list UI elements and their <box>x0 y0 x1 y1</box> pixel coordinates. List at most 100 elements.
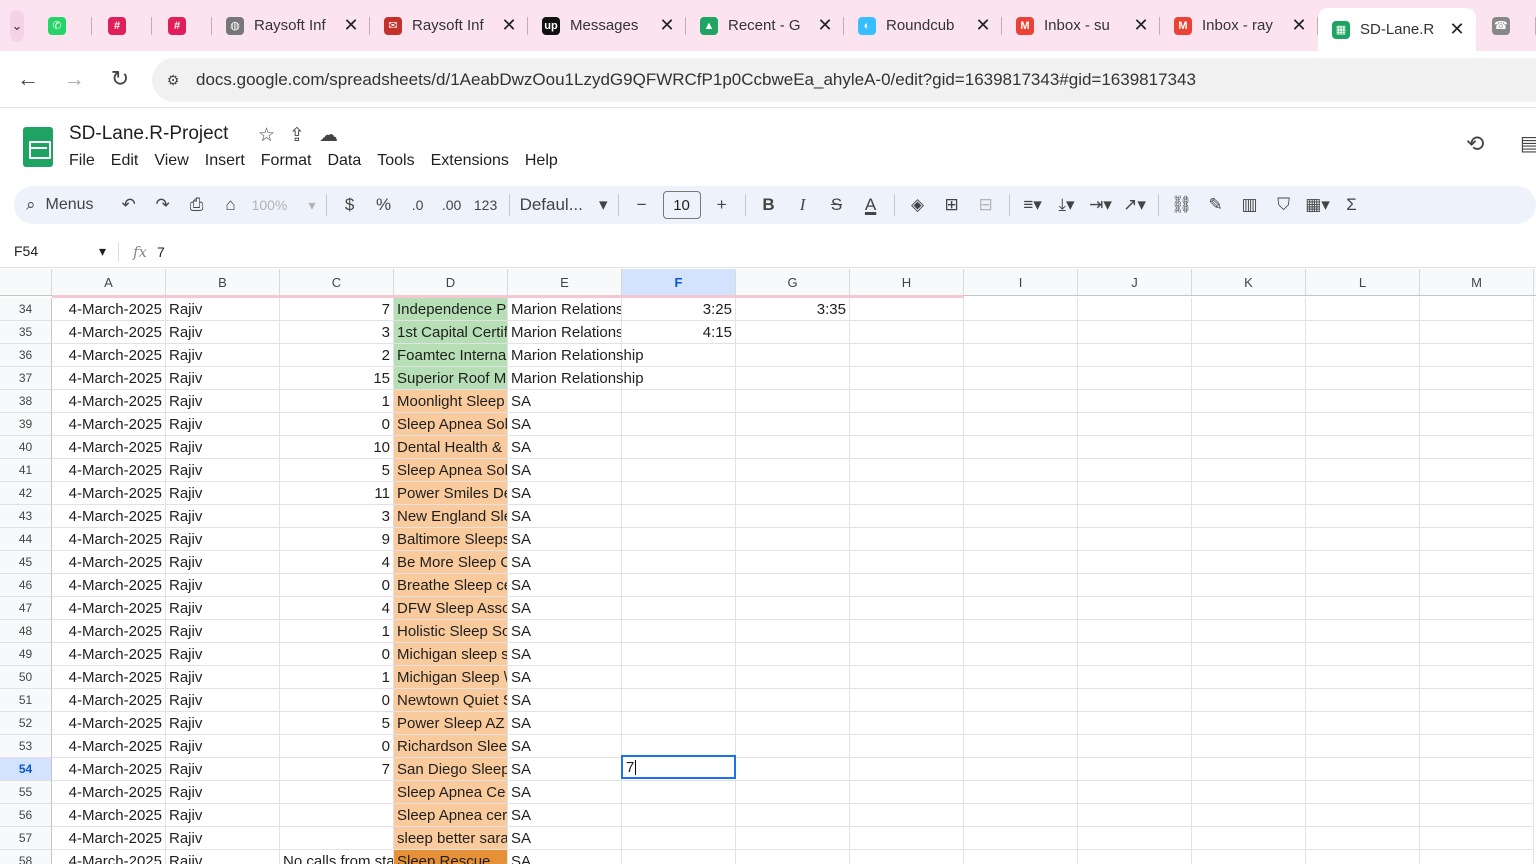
number-format-button[interactable]: 123 <box>469 190 503 220</box>
cell-a-53[interactable]: 4-March-2025 <box>52 735 166 758</box>
cell-f-35[interactable]: 4:15 <box>622 321 736 344</box>
cell-f-46[interactable] <box>622 574 736 597</box>
browser-tab[interactable]: ✆ <box>32 0 92 51</box>
cell-c-46[interactable]: 0 <box>280 574 394 597</box>
fill-color-icon[interactable]: ◈ <box>901 190 935 220</box>
column-header-a[interactable]: A <box>52 269 166 295</box>
cell-a-56[interactable]: 4-March-2025 <box>52 804 166 827</box>
row-header[interactable]: 36 <box>0 344 52 367</box>
move-icon[interactable]: ⇪ <box>289 124 305 147</box>
cell-a-47[interactable]: 4-March-2025 <box>52 597 166 620</box>
cell-g-52[interactable] <box>736 712 850 735</box>
cell-h-34[interactable] <box>850 298 964 321</box>
cell-h-43[interactable] <box>850 505 964 528</box>
cell-j-47[interactable] <box>1078 597 1192 620</box>
cell-c-47[interactable]: 4 <box>280 597 394 620</box>
cell-i-47[interactable] <box>964 597 1078 620</box>
cell-c-39[interactable]: 0 <box>280 413 394 436</box>
cell-l-58[interactable] <box>1306 850 1420 864</box>
cell-l-57[interactable] <box>1306 827 1420 850</box>
cell-h-37[interactable] <box>850 367 964 390</box>
browser-tab[interactable]: M Inbox - ray ✕ <box>1160 0 1318 51</box>
cell-i-42[interactable] <box>964 482 1078 505</box>
redo-icon[interactable]: ↷ <box>146 190 180 220</box>
cell-h-51[interactable] <box>850 689 964 712</box>
cell-j-38[interactable] <box>1078 390 1192 413</box>
cell-e-38[interactable]: SA <box>508 390 622 413</box>
text-rotation-icon[interactable]: ↗▾ <box>1118 190 1152 220</box>
column-header-f[interactable]: F <box>622 269 736 295</box>
select-all-corner[interactable] <box>0 269 52 295</box>
cell-e-47[interactable]: SA <box>508 597 622 620</box>
cell-d-49[interactable]: Michigan sleep s <box>394 643 508 666</box>
cell-i-58[interactable] <box>964 850 1078 864</box>
font-select[interactable]: Defaul... ▾ <box>516 190 612 220</box>
version-history-icon[interactable]: ⟲ <box>1466 131 1484 157</box>
cell-f-43[interactable] <box>622 505 736 528</box>
cell-i-57[interactable] <box>964 827 1078 850</box>
cell-d-38[interactable]: Moonlight Sleep <box>394 390 508 413</box>
cell-c-43[interactable]: 3 <box>280 505 394 528</box>
cell-d-45[interactable]: Be More Sleep C <box>394 551 508 574</box>
menu-insert[interactable]: Insert <box>205 152 245 170</box>
borders-icon[interactable]: ⊞ <box>935 190 969 220</box>
cell-e-43[interactable]: SA <box>508 505 622 528</box>
cell-k-43[interactable] <box>1192 505 1306 528</box>
cell-g-37[interactable] <box>736 367 850 390</box>
cell-h-53[interactable] <box>850 735 964 758</box>
browser-tab[interactable]: ☎ <box>1476 0 1536 51</box>
cell-l-55[interactable] <box>1306 781 1420 804</box>
cell-e-45[interactable]: SA <box>508 551 622 574</box>
cell-e-44[interactable]: SA <box>508 528 622 551</box>
insert-comment-icon[interactable]: ✎ <box>1199 190 1233 220</box>
cell-a-43[interactable]: 4-March-2025 <box>52 505 166 528</box>
cell-e-42[interactable]: SA <box>508 482 622 505</box>
cell-f-38[interactable] <box>622 390 736 413</box>
browser-tab[interactable]: up Messages ✕ <box>528 0 686 51</box>
cell-b-41[interactable]: Rajiv <box>166 459 280 482</box>
cell-b-43[interactable]: Rajiv <box>166 505 280 528</box>
cell-k-44[interactable] <box>1192 528 1306 551</box>
cell-m-46[interactable] <box>1420 574 1534 597</box>
cell-b-47[interactable]: Rajiv <box>166 597 280 620</box>
sheets-logo-icon[interactable] <box>23 127 53 167</box>
cell-j-50[interactable] <box>1078 666 1192 689</box>
cell-h-49[interactable] <box>850 643 964 666</box>
cell-g-50[interactable] <box>736 666 850 689</box>
cell-d-50[interactable]: Michigan Sleep \ <box>394 666 508 689</box>
browser-tab[interactable]: ▲ Recent - G ✕ <box>686 0 844 51</box>
cell-m-57[interactable] <box>1420 827 1534 850</box>
zoom-select[interactable]: 100% ▾ <box>248 190 320 220</box>
cell-l-34[interactable] <box>1306 298 1420 321</box>
cell-i-49[interactable] <box>964 643 1078 666</box>
cell-b-39[interactable]: Rajiv <box>166 413 280 436</box>
cell-m-56[interactable] <box>1420 804 1534 827</box>
percent-format-button[interactable]: % <box>367 190 401 220</box>
menu-help[interactable]: Help <box>525 152 558 170</box>
cell-g-40[interactable] <box>736 436 850 459</box>
cell-h-50[interactable] <box>850 666 964 689</box>
cell-m-51[interactable] <box>1420 689 1534 712</box>
cell-l-37[interactable] <box>1306 367 1420 390</box>
cell-j-44[interactable] <box>1078 528 1192 551</box>
cell-l-54[interactable] <box>1306 758 1420 781</box>
cell-h-45[interactable] <box>850 551 964 574</box>
cell-i-56[interactable] <box>964 804 1078 827</box>
cell-l-49[interactable] <box>1306 643 1420 666</box>
cell-c-45[interactable]: 4 <box>280 551 394 574</box>
cell-b-48[interactable]: Rajiv <box>166 620 280 643</box>
close-icon[interactable]: ✕ <box>1448 19 1466 40</box>
cell-l-36[interactable] <box>1306 344 1420 367</box>
cell-j-43[interactable] <box>1078 505 1192 528</box>
cell-a-52[interactable]: 4-March-2025 <box>52 712 166 735</box>
cell-a-36[interactable]: 4-March-2025 <box>52 344 166 367</box>
cell-l-51[interactable] <box>1306 689 1420 712</box>
cell-g-53[interactable] <box>736 735 850 758</box>
cell-h-52[interactable] <box>850 712 964 735</box>
cell-m-34[interactable] <box>1420 298 1534 321</box>
cell-d-54[interactable]: San Diego Sleep <box>394 758 508 781</box>
cell-m-36[interactable] <box>1420 344 1534 367</box>
cell-l-56[interactable] <box>1306 804 1420 827</box>
row-header[interactable]: 35 <box>0 321 52 344</box>
cell-m-54[interactable] <box>1420 758 1534 781</box>
